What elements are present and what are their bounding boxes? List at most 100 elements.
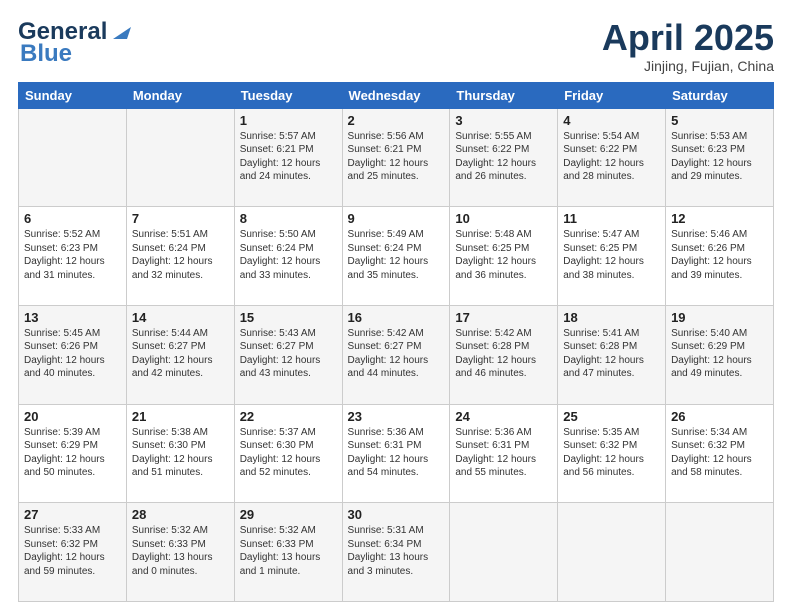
cell-info: Sunrise: 5:36 AMSunset: 6:31 PMDaylight:… (455, 426, 552, 480)
page: General Blue April 2025 Jinjing, Fujian,… (0, 0, 792, 612)
location: Jinjing, Fujian, China (602, 58, 774, 74)
cell-info: Sunrise: 5:32 AMSunset: 6:33 PMDaylight:… (240, 524, 337, 578)
logo-blue: Blue (20, 40, 72, 68)
cell-info: Sunrise: 5:42 AMSunset: 6:28 PMDaylight:… (455, 327, 552, 381)
calendar-cell: 25 Sunrise: 5:35 AMSunset: 6:32 PMDayligh… (558, 404, 666, 503)
month-title: April 2025 (602, 18, 774, 58)
day-number: 15 (240, 310, 337, 325)
weekday-header-sunday: Sunday (19, 82, 127, 108)
cell-info: Sunrise: 5:52 AMSunset: 6:23 PMDaylight:… (24, 228, 121, 282)
cell-info: Sunrise: 5:38 AMSunset: 6:30 PMDaylight:… (132, 426, 229, 480)
cell-info: Sunrise: 5:43 AMSunset: 6:27 PMDaylight:… (240, 327, 337, 381)
day-number: 8 (240, 211, 337, 226)
day-number: 29 (240, 507, 337, 522)
day-number: 2 (348, 113, 445, 128)
day-number: 28 (132, 507, 229, 522)
calendar-cell: 26 Sunrise: 5:34 AMSunset: 6:32 PMDayligh… (666, 404, 774, 503)
cell-info: Sunrise: 5:50 AMSunset: 6:24 PMDaylight:… (240, 228, 337, 282)
cell-info: Sunrise: 5:31 AMSunset: 6:34 PMDaylight:… (348, 524, 445, 578)
day-number: 25 (563, 409, 660, 424)
cell-info: Sunrise: 5:39 AMSunset: 6:29 PMDaylight:… (24, 426, 121, 480)
day-number: 10 (455, 211, 552, 226)
cell-info: Sunrise: 5:47 AMSunset: 6:25 PMDaylight:… (563, 228, 660, 282)
day-number: 16 (348, 310, 445, 325)
day-number: 26 (671, 409, 768, 424)
day-number: 17 (455, 310, 552, 325)
calendar-cell (666, 503, 774, 602)
cell-info: Sunrise: 5:42 AMSunset: 6:27 PMDaylight:… (348, 327, 445, 381)
cell-info: Sunrise: 5:49 AMSunset: 6:24 PMDaylight:… (348, 228, 445, 282)
weekday-header-row: SundayMondayTuesdayWednesdayThursdayFrid… (19, 82, 774, 108)
cell-info: Sunrise: 5:51 AMSunset: 6:24 PMDaylight:… (132, 228, 229, 282)
weekday-header-thursday: Thursday (450, 82, 558, 108)
calendar-week-row: 13 Sunrise: 5:45 AMSunset: 6:26 PMDayligh… (19, 305, 774, 404)
day-number: 27 (24, 507, 121, 522)
weekday-header-tuesday: Tuesday (234, 82, 342, 108)
cell-info: Sunrise: 5:44 AMSunset: 6:27 PMDaylight:… (132, 327, 229, 381)
cell-info: Sunrise: 5:57 AMSunset: 6:21 PMDaylight:… (240, 130, 337, 184)
calendar-cell: 30 Sunrise: 5:31 AMSunset: 6:34 PMDayligh… (342, 503, 450, 602)
cell-info: Sunrise: 5:54 AMSunset: 6:22 PMDaylight:… (563, 130, 660, 184)
day-number: 20 (24, 409, 121, 424)
cell-info: Sunrise: 5:45 AMSunset: 6:26 PMDaylight:… (24, 327, 121, 381)
day-number: 1 (240, 113, 337, 128)
day-number: 4 (563, 113, 660, 128)
calendar-cell: 15 Sunrise: 5:43 AMSunset: 6:27 PMDayligh… (234, 305, 342, 404)
calendar-cell: 14Sunrise: 5:44 AMSunset: 6:27 PMDayligh… (126, 305, 234, 404)
day-number: 23 (348, 409, 445, 424)
calendar-cell: 20 Sunrise: 5:39 AMSunset: 6:29 PMDayligh… (19, 404, 127, 503)
calendar-cell: 28 Sunrise: 5:32 AMSunset: 6:33 PMDayligh… (126, 503, 234, 602)
calendar-table: SundayMondayTuesdayWednesdayThursdayFrid… (18, 82, 774, 602)
calendar-cell: 24Sunrise: 5:36 AMSunset: 6:31 PMDayligh… (450, 404, 558, 503)
calendar-week-row: 1 Sunrise: 5:57 AMSunset: 6:21 PMDaylight… (19, 108, 774, 207)
day-number: 3 (455, 113, 552, 128)
calendar-cell: 11 Sunrise: 5:47 AMSunset: 6:25 PMDayligh… (558, 207, 666, 306)
cell-info: Sunrise: 5:40 AMSunset: 6:29 PMDaylight:… (671, 327, 768, 381)
day-number: 5 (671, 113, 768, 128)
cell-info: Sunrise: 5:37 AMSunset: 6:30 PMDaylight:… (240, 426, 337, 480)
cell-info: Sunrise: 5:56 AMSunset: 6:21 PMDaylight:… (348, 130, 445, 184)
calendar-week-row: 20 Sunrise: 5:39 AMSunset: 6:29 PMDayligh… (19, 404, 774, 503)
title-block: April 2025 Jinjing, Fujian, China (602, 18, 774, 74)
day-number: 9 (348, 211, 445, 226)
calendar-cell (558, 503, 666, 602)
calendar-cell: 29 Sunrise: 5:32 AMSunset: 6:33 PMDayligh… (234, 503, 342, 602)
calendar-cell: 12 Sunrise: 5:46 AMSunset: 6:26 PMDayligh… (666, 207, 774, 306)
calendar-cell: 7 Sunrise: 5:51 AMSunset: 6:24 PMDaylight… (126, 207, 234, 306)
cell-info: Sunrise: 5:41 AMSunset: 6:28 PMDaylight:… (563, 327, 660, 381)
calendar-cell: 6Sunrise: 5:52 AMSunset: 6:23 PMDaylight… (19, 207, 127, 306)
calendar-cell: 3Sunrise: 5:55 AMSunset: 6:22 PMDaylight… (450, 108, 558, 207)
calendar-cell: 27 Sunrise: 5:33 AMSunset: 6:32 PMDayligh… (19, 503, 127, 602)
weekday-header-wednesday: Wednesday (342, 82, 450, 108)
cell-info: Sunrise: 5:46 AMSunset: 6:26 PMDaylight:… (671, 228, 768, 282)
day-number: 13 (24, 310, 121, 325)
cell-info: Sunrise: 5:33 AMSunset: 6:32 PMDaylight:… (24, 524, 121, 578)
calendar-cell (450, 503, 558, 602)
calendar-cell: 2 Sunrise: 5:56 AMSunset: 6:21 PMDaylight… (342, 108, 450, 207)
day-number: 12 (671, 211, 768, 226)
calendar-cell: 19 Sunrise: 5:40 AMSunset: 6:29 PMDayligh… (666, 305, 774, 404)
cell-info: Sunrise: 5:35 AMSunset: 6:32 PMDaylight:… (563, 426, 660, 480)
calendar-cell: 21Sunrise: 5:38 AMSunset: 6:30 PMDayligh… (126, 404, 234, 503)
weekday-header-friday: Friday (558, 82, 666, 108)
logo-wing-icon (109, 21, 131, 43)
calendar-cell: 10 Sunrise: 5:48 AMSunset: 6:25 PMDayligh… (450, 207, 558, 306)
weekday-header-saturday: Saturday (666, 82, 774, 108)
day-number: 19 (671, 310, 768, 325)
calendar-cell: 5Sunrise: 5:53 AMSunset: 6:23 PMDaylight… (666, 108, 774, 207)
cell-info: Sunrise: 5:32 AMSunset: 6:33 PMDaylight:… (132, 524, 229, 578)
day-number: 30 (348, 507, 445, 522)
weekday-header-monday: Monday (126, 82, 234, 108)
calendar-cell: 1 Sunrise: 5:57 AMSunset: 6:21 PMDaylight… (234, 108, 342, 207)
calendar-cell: 9 Sunrise: 5:49 AMSunset: 6:24 PMDaylight… (342, 207, 450, 306)
cell-info: Sunrise: 5:48 AMSunset: 6:25 PMDaylight:… (455, 228, 552, 282)
calendar-cell: 17 Sunrise: 5:42 AMSunset: 6:28 PMDayligh… (450, 305, 558, 404)
calendar-week-row: 6Sunrise: 5:52 AMSunset: 6:23 PMDaylight… (19, 207, 774, 306)
cell-info: Sunrise: 5:34 AMSunset: 6:32 PMDaylight:… (671, 426, 768, 480)
calendar-cell: 22 Sunrise: 5:37 AMSunset: 6:30 PMDayligh… (234, 404, 342, 503)
calendar-cell (126, 108, 234, 207)
day-number: 22 (240, 409, 337, 424)
header: General Blue April 2025 Jinjing, Fujian,… (18, 18, 774, 74)
day-number: 11 (563, 211, 660, 226)
day-number: 7 (132, 211, 229, 226)
